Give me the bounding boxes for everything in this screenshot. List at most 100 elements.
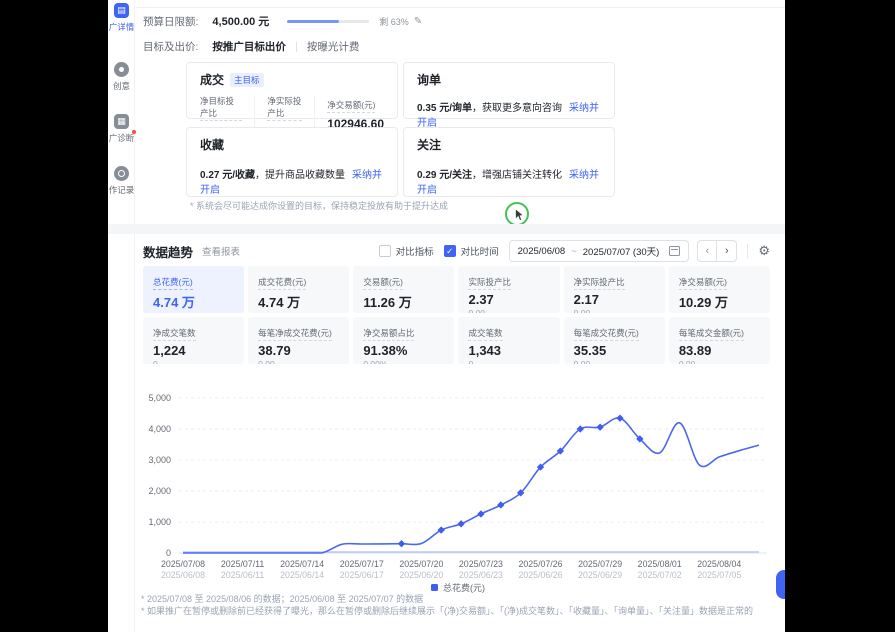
metric-tile[interactable]: 成交笔数 1,343 0 [458,317,559,364]
footnote-disclaimer: * 如果推广在暂停或删除前已经获得了曝光，那么在暂停或删除后继续展示「(净)交易… [141,604,753,617]
svg-text:2025/06/11: 2025/06/11 [221,570,264,580]
svg-text:2025/07/05: 2025/07/05 [697,570,741,580]
floating-action-pill[interactable] [776,570,785,599]
budget-value: 4,500.00 元 [212,13,269,29]
svg-text:2025/06/08: 2025/06/08 [161,570,205,580]
compare-metric-checkbox[interactable] [379,245,391,257]
compare-metric-label: 对比指标 [396,244,434,258]
metric-label: 总花费(元) [153,276,193,290]
metric-tile[interactable]: 净交易额(元) 10.29 万 0.00 [669,266,770,313]
prev-period-button[interactable]: ‹ [697,240,717,262]
compare-time-label: 对比时间 [461,244,499,258]
metric-label: 每笔成交花费(元) [574,327,639,341]
compare-time-checkbox[interactable]: ✓ [444,245,456,257]
card-title: 成交 [200,71,224,88]
metric-compare-value: 0.00% [363,359,444,364]
svg-text:2025/08/01: 2025/08/01 [638,559,682,569]
metric-compare-value: 0.00 [574,308,655,313]
budget-label: 预算日限额: [143,14,198,29]
sidebar-item-label: 作记录 [108,184,135,196]
svg-text:2025/07/23: 2025/07/23 [459,559,503,569]
detail-icon: ▤ [114,3,129,18]
edit-budget-icon[interactable]: ✎ [414,16,422,27]
metric-tile[interactable]: 总花费(元) 4.74 万 0.00 [143,266,244,313]
trend-header: 数据趋势 查看报表 对比指标 ✓ 对比时间 2025/06/08 ~ 2025/… [143,240,770,262]
sidebar-item-records[interactable]: 作记录 [108,166,135,196]
diagnosis-icon: ▦ [114,114,129,129]
sidebar-item-label: 广诊断 [108,132,135,144]
tab-bid-by-goal[interactable]: 按推广目标出价 [212,39,286,54]
sidebar-item-label: 创意 [108,80,135,92]
gear-icon[interactable]: ⚙ [758,243,770,259]
svg-text:5,000: 5,000 [148,393,171,403]
metric-tile[interactable]: 每笔成交花费(元) 35.35 0.00 [564,317,665,364]
metric-value: 4.74 万 [258,292,339,311]
legend-marker [431,584,438,591]
next-period-button[interactable]: › [717,240,737,262]
goal-card-follow: 关注 0.29 元/关注，增强店铺关注转化采纳并开启 [403,127,615,197]
metric-compare-value: 0 [153,359,234,364]
svg-text:2025/07/02: 2025/07/02 [638,570,682,580]
metric-label: 成交花费(元) [258,276,306,290]
metric-compare-value: 0.00 [574,359,655,364]
goal-card-favorite: 收藏 0.27 元/收藏，提升商品收藏数量采纳并开启 [186,127,398,197]
metric-label: 每笔净成交花费(元) [258,327,332,341]
card-title: 收藏 [200,136,224,153]
metric-tile[interactable]: 交易额(元) 11.26 万 0.00 [353,266,454,313]
metric-compare-value: 0.00 [153,312,234,313]
metric-tile[interactable]: 净实际投产比 2.17 0.00 [564,266,665,313]
svg-text:0: 0 [166,548,171,558]
metric-label: 净实际投产比 [574,276,625,290]
card-title: 关注 [417,136,441,153]
metric-tile[interactable]: 净交易额占比 91.38% 0.00% [353,317,454,364]
bidding-row: 目标及出价: 按推广目标出价 按曝光计费 [143,39,359,54]
metric-compare-value: 0.00 [258,312,339,313]
budget-progress-bar[interactable] [287,20,369,23]
metric-tile[interactable]: 成交花费(元) 4.74 万 0.00 [248,266,349,313]
metric-value: 83.89 [679,343,760,358]
svg-text:2025/06/23: 2025/06/23 [459,570,503,580]
budget-progress-fill [287,20,339,23]
bidding-label: 目标及出价: [143,39,198,54]
sidebar-item-detail[interactable]: ▤ 广详情 [108,3,135,33]
metric-value: 1,343 [468,343,549,358]
calendar-icon [669,246,680,256]
sidebar-item-creative[interactable]: 创意 [108,62,135,92]
svg-text:2025/07/14: 2025/07/14 [280,559,324,569]
metric-tile[interactable]: 净成交笔数 1,224 0 [143,317,244,364]
metric-tiles: 总花费(元) 4.74 万 0.00 成交花费(元) 4.74 万 0.00 交… [143,266,770,364]
legend-label: 总花费(元) [443,581,485,594]
section-divider-band [108,224,785,234]
view-report-link[interactable]: 查看报表 [202,244,240,258]
date-range-start: 2025/06/08 [518,246,566,257]
metric-value: 35.35 [574,343,655,358]
metric-value: 4.74 万 [153,292,234,311]
main-panel: ▤ 广详情 创意 ▦ 广诊断 作记录 预算日限额: 4,500.00 元 剩 6… [108,0,785,632]
svg-text:3,000: 3,000 [148,455,171,465]
sidebar-item-diagnosis[interactable]: ▦ 广诊断 [108,114,135,144]
metric-label: 实际投产比 [468,276,511,290]
tab-bid-by-exposure[interactable]: 按曝光计费 [307,39,360,54]
metric-compare-value: 0.00 [363,312,444,313]
cursor-arrow-icon [514,208,525,222]
svg-text:2025/06/29: 2025/06/29 [578,570,622,580]
svg-text:2025/07/11: 2025/07/11 [221,559,264,569]
svg-text:2025/07/29: 2025/07/29 [578,559,622,569]
metric-label: 交易额(元) [363,276,403,290]
metric-compare-value: 0.00 [679,359,760,364]
mini-sidebar: ▤ 广详情 创意 ▦ 广诊断 作记录 [108,0,135,632]
goal-card-inquiry: 询单 0.35 元/询单，获取更多意向咨询采纳并开启 [403,62,615,119]
metric-value: 2.17 [574,292,655,307]
svg-text:2025/07/26: 2025/07/26 [519,559,563,569]
trend-title: 数据趋势 [143,242,193,261]
svg-text:2025/06/20: 2025/06/20 [399,570,443,580]
svg-text:2025/06/26: 2025/06/26 [519,570,563,580]
metric-compare-value: 0.00 [679,312,760,313]
date-range-picker[interactable]: 2025/06/08 ~ 2025/07/07 (30天) [509,240,690,262]
metric-compare-value: 0.00 [468,308,549,313]
metric-label: 成交笔数 [468,327,502,341]
metric-tile[interactable]: 实际投产比 2.37 0.00 [458,266,559,313]
metric-tile[interactable]: 每笔净成交花费(元) 38.79 0.00 [248,317,349,364]
sidebar-item-label: 广详情 [108,21,135,33]
metric-tile[interactable]: 每笔成交金额(元) 83.89 0.00 [669,317,770,364]
